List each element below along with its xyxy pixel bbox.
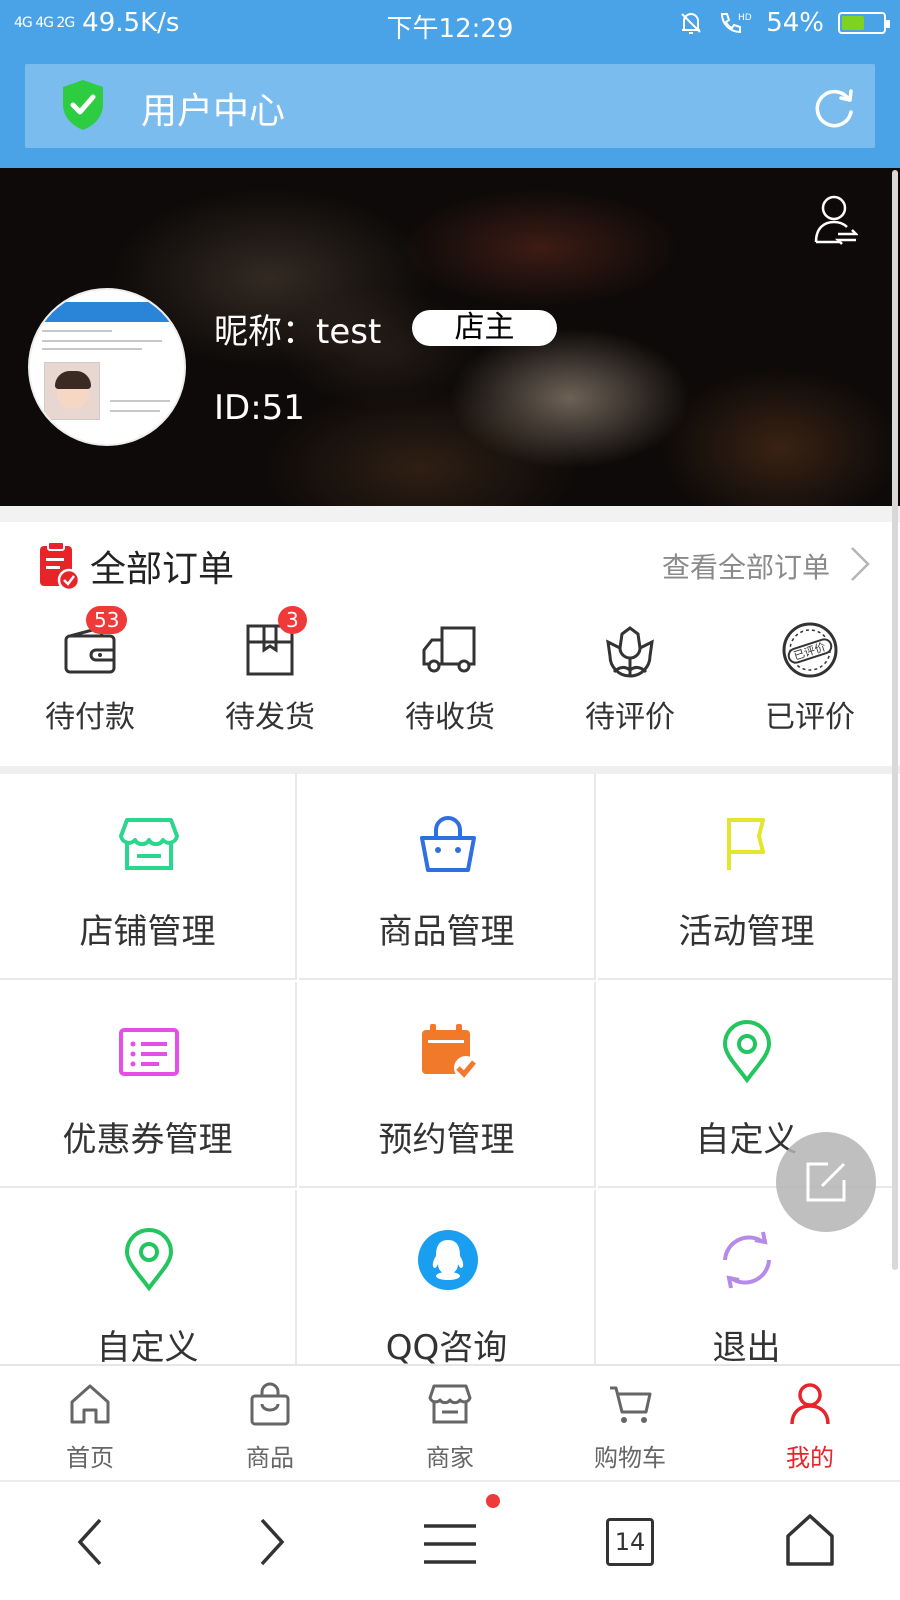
tab-count-button[interactable]: 14 [606, 1518, 654, 1566]
status-bar: 4G 4G 2G 49.5K/s 下午12:29 HD 54% [0, 0, 900, 48]
grid-item-label: 店铺管理 [79, 912, 216, 952]
shop-icon [428, 1384, 472, 1424]
grid-item-label: QQ咨询 [385, 1328, 508, 1364]
orders-title: 全部订单 [90, 549, 235, 590]
battery-icon [838, 12, 890, 34]
tab-label: 我的 [786, 1444, 834, 1472]
tab-label: 商家 [426, 1444, 474, 1472]
location-pin-icon [124, 1228, 174, 1292]
app-header: 用户中心 [0, 48, 900, 168]
browser-home-icon[interactable] [784, 1512, 836, 1568]
location-pin-icon [722, 1020, 772, 1084]
floating-edit-button[interactable] [776, 1132, 876, 1232]
status-right: HD 54% [678, 8, 890, 38]
grid-item-reservation-management[interactable]: 预约管理 [299, 982, 596, 1188]
cart-icon [610, 1386, 652, 1423]
shopping-bag-icon [420, 816, 476, 872]
orders-section: 全部订单 查看全部订单 53 待付款 3 待发货 待收货 待评价 已评价 已评价 [0, 506, 900, 780]
order-status-label: 已评价 [765, 700, 855, 735]
flower-icon [606, 626, 654, 678]
grid-item-coupon-management[interactable]: 优惠券管理 [0, 982, 297, 1188]
view-all-orders-link[interactable]: 查看全部订单 [662, 546, 830, 586]
calendar-check-icon [422, 1024, 478, 1080]
store-icon [119, 818, 179, 870]
grid-item-product-management[interactable]: 商品管理 [299, 774, 596, 980]
order-status-label: 待发货 [225, 700, 315, 735]
grid-item-custom-2[interactable]: 自定义 [0, 1190, 297, 1364]
order-status-label: 待收货 [405, 700, 495, 735]
coupon-list-icon [119, 1028, 179, 1076]
order-status-label: 待评价 [585, 700, 675, 735]
menu-icon[interactable] [422, 1522, 478, 1566]
grid-item-label: 退出 [712, 1328, 781, 1364]
user-id: ID:51 [214, 388, 305, 428]
order-status-label: 待付款 [45, 700, 135, 735]
header-bar: 用户中心 [25, 64, 875, 148]
flag-icon [727, 818, 765, 870]
order-clipboard-icon [40, 541, 80, 592]
tab-label: 首页 [66, 1444, 114, 1472]
battery-percent: 54% [766, 8, 824, 38]
grid-item-label: 活动管理 [678, 912, 815, 952]
shield-check-icon [63, 80, 103, 130]
refresh-exit-icon [723, 1231, 771, 1289]
page: 4G 4G 2G 49.5K/s 下午12:29 HD 54% 用户中心 昵称：… [0, 0, 900, 1600]
chevron-right-icon[interactable] [848, 544, 872, 584]
order-status-pending-receipt[interactable]: 待收货 [360, 620, 540, 750]
tab-label: 商品 [246, 1444, 294, 1472]
tab-home[interactable]: 首页 [0, 1366, 180, 1480]
browser-toolbar: 14 [0, 1480, 900, 1600]
grid-item-store-management[interactable]: 店铺管理 [0, 774, 297, 980]
edit-icon [806, 1162, 846, 1202]
bag-icon [250, 1382, 290, 1426]
truck-icon [422, 626, 476, 673]
scrollbar[interactable] [892, 170, 898, 1270]
hd-call-icon: HD [721, 13, 752, 34]
order-status-pending-review[interactable]: 待评价 [540, 620, 720, 750]
nickname: 昵称：test [214, 312, 382, 352]
page-title: 用户中心 [141, 91, 286, 132]
grid-item-activity-management[interactable]: 活动管理 [598, 774, 895, 980]
notification-dot [486, 1494, 500, 1508]
function-grid: 店铺管理 商品管理 活动管理 优惠券管理 预约管理 自定义 自定义 QQ咨询 退… [0, 774, 900, 1364]
user-icon [790, 1383, 830, 1425]
tab-label: 购物车 [594, 1444, 666, 1472]
grid-item-label: 自定义 [96, 1328, 199, 1364]
grid-item-label: 商品管理 [378, 912, 515, 952]
back-arrow-icon[interactable] [72, 1516, 108, 1568]
mute-bell-icon [681, 13, 701, 34]
grid-item-qq-consult[interactable]: QQ咨询 [299, 1190, 596, 1364]
grid-item-label: 优惠券管理 [62, 1120, 233, 1160]
tab-products[interactable]: 商品 [180, 1366, 360, 1480]
badge-count: 3 [278, 606, 307, 634]
bottom-tab-bar: 首页 商品 商家 购物车 我的 [0, 1364, 900, 1480]
orders-header[interactable]: 全部订单 查看全部订单 [0, 522, 900, 606]
tab-cart[interactable]: 购物车 [540, 1366, 720, 1480]
profile-banner: 昵称：test 店主 ID:51 [0, 168, 900, 506]
refresh-icon[interactable] [811, 84, 857, 130]
tab-mine[interactable]: 我的 [720, 1366, 900, 1480]
order-status-pending-payment[interactable]: 53 待付款 [0, 606, 180, 750]
role-badge: 店主 [412, 310, 557, 346]
order-status-row: 53 待付款 3 待发货 待收货 待评价 已评价 已评价 [0, 606, 900, 750]
grid-item-label: 预约管理 [378, 1120, 515, 1160]
order-status-reviewed[interactable]: 已评价 已评价 [720, 620, 900, 750]
qq-icon [418, 1230, 478, 1290]
avatar[interactable] [28, 288, 186, 446]
svg-text:HD: HD [738, 13, 752, 23]
forward-arrow-icon[interactable] [254, 1516, 290, 1568]
tab-merchants[interactable]: 商家 [360, 1366, 540, 1480]
switch-account-icon[interactable] [812, 194, 858, 250]
reviewed-stamp-icon: 已评价 [782, 622, 838, 678]
badge-count: 53 [86, 606, 128, 634]
order-status-pending-shipment[interactable]: 3 待发货 [180, 606, 360, 750]
home-icon [70, 1384, 110, 1424]
